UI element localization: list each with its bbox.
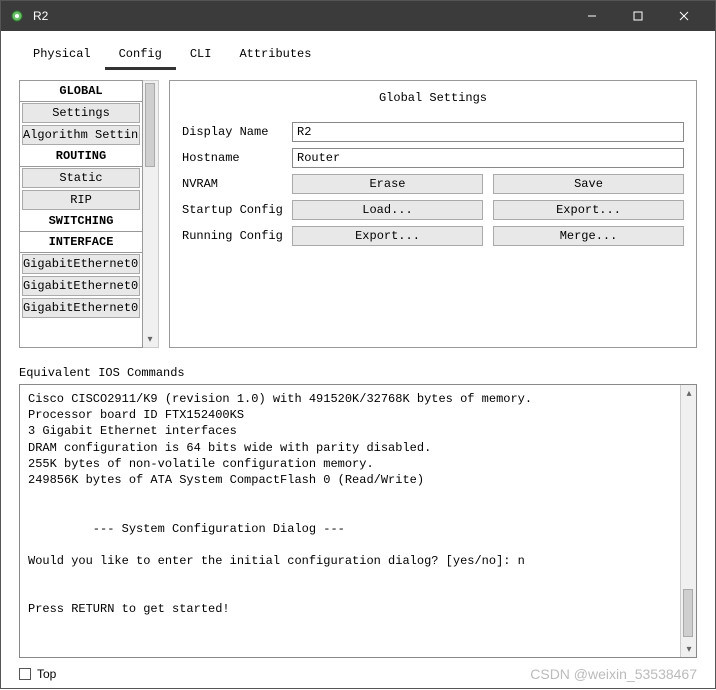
sidebar-header-global: GLOBAL	[20, 81, 142, 102]
nvram-erase-button[interactable]: Erase	[292, 174, 483, 194]
display-name-label: Display Name	[182, 125, 284, 139]
global-settings-panel: Global Settings Display Name Hostname NV…	[169, 80, 697, 348]
sidebar-item-ge02[interactable]: GigabitEthernet0/2	[22, 298, 140, 318]
running-merge-button[interactable]: Merge...	[493, 226, 684, 246]
terminal-scrollbar[interactable]: ▴ ▾	[680, 385, 696, 657]
sidebar-scrollbar[interactable]: ▾	[143, 80, 159, 348]
scrollbar-thumb[interactable]	[145, 83, 155, 167]
panel-title: Global Settings	[170, 81, 696, 119]
window-title: R2	[33, 9, 48, 23]
tab-physical[interactable]: Physical	[19, 43, 105, 70]
device-icon	[9, 8, 25, 24]
maximize-button[interactable]	[615, 1, 661, 31]
hostname-input[interactable]	[292, 148, 684, 168]
running-config-label: Running Config	[182, 229, 284, 243]
sidebar-item-ge01[interactable]: GigabitEthernet0/1	[22, 276, 140, 296]
terminal-output: Cisco CISCO2911/K9 (revision 1.0) with 4…	[20, 385, 696, 657]
scrollbar-thumb[interactable]	[683, 589, 693, 637]
watermark-text: CSDN @weixin_53538467	[530, 666, 697, 682]
nvram-label: NVRAM	[182, 177, 284, 191]
ios-commands-label: Equivalent IOS Commands	[19, 366, 697, 380]
top-checkbox-label: Top	[37, 667, 56, 681]
sidebar-header-switching: SWITCHING	[20, 211, 142, 232]
startup-config-label: Startup Config	[182, 203, 284, 217]
tab-cli[interactable]: CLI	[176, 43, 226, 70]
chevron-down-icon[interactable]: ▾	[143, 331, 157, 347]
running-export-button[interactable]: Export...	[292, 226, 483, 246]
sidebar-item-ge00[interactable]: GigabitEthernet0/0	[22, 254, 140, 274]
sidebar-item-rip[interactable]: RIP	[22, 190, 140, 210]
chevron-up-icon[interactable]: ▴	[681, 385, 697, 401]
display-name-input[interactable]	[292, 122, 684, 142]
tab-config[interactable]: Config	[105, 43, 176, 70]
sidebar-item-static[interactable]: Static	[22, 168, 140, 188]
hostname-label: Hostname	[182, 151, 284, 165]
config-tabs: Physical Config CLI Attributes	[19, 43, 697, 70]
sidebar-item-algorithm-settings[interactable]: Algorithm Settings	[22, 125, 140, 145]
startup-load-button[interactable]: Load...	[292, 200, 483, 220]
minimize-button[interactable]	[569, 1, 615, 31]
sidebar-header-routing: ROUTING	[20, 146, 142, 167]
sidebar-header-interface: INTERFACE	[20, 232, 142, 253]
top-checkbox[interactable]: Top	[19, 667, 56, 681]
nvram-save-button[interactable]: Save	[493, 174, 684, 194]
window-titlebar: R2	[1, 1, 715, 31]
startup-export-button[interactable]: Export...	[493, 200, 684, 220]
checkbox-icon[interactable]	[19, 668, 31, 680]
chevron-down-icon[interactable]: ▾	[681, 641, 697, 657]
ios-commands-terminal[interactable]: Cisco CISCO2911/K9 (revision 1.0) with 4…	[19, 384, 697, 658]
config-sidebar: GLOBAL Settings Algorithm Settings ROUTI…	[19, 80, 143, 348]
close-button[interactable]	[661, 1, 707, 31]
sidebar-item-settings[interactable]: Settings	[22, 103, 140, 123]
tab-attributes[interactable]: Attributes	[225, 43, 325, 70]
